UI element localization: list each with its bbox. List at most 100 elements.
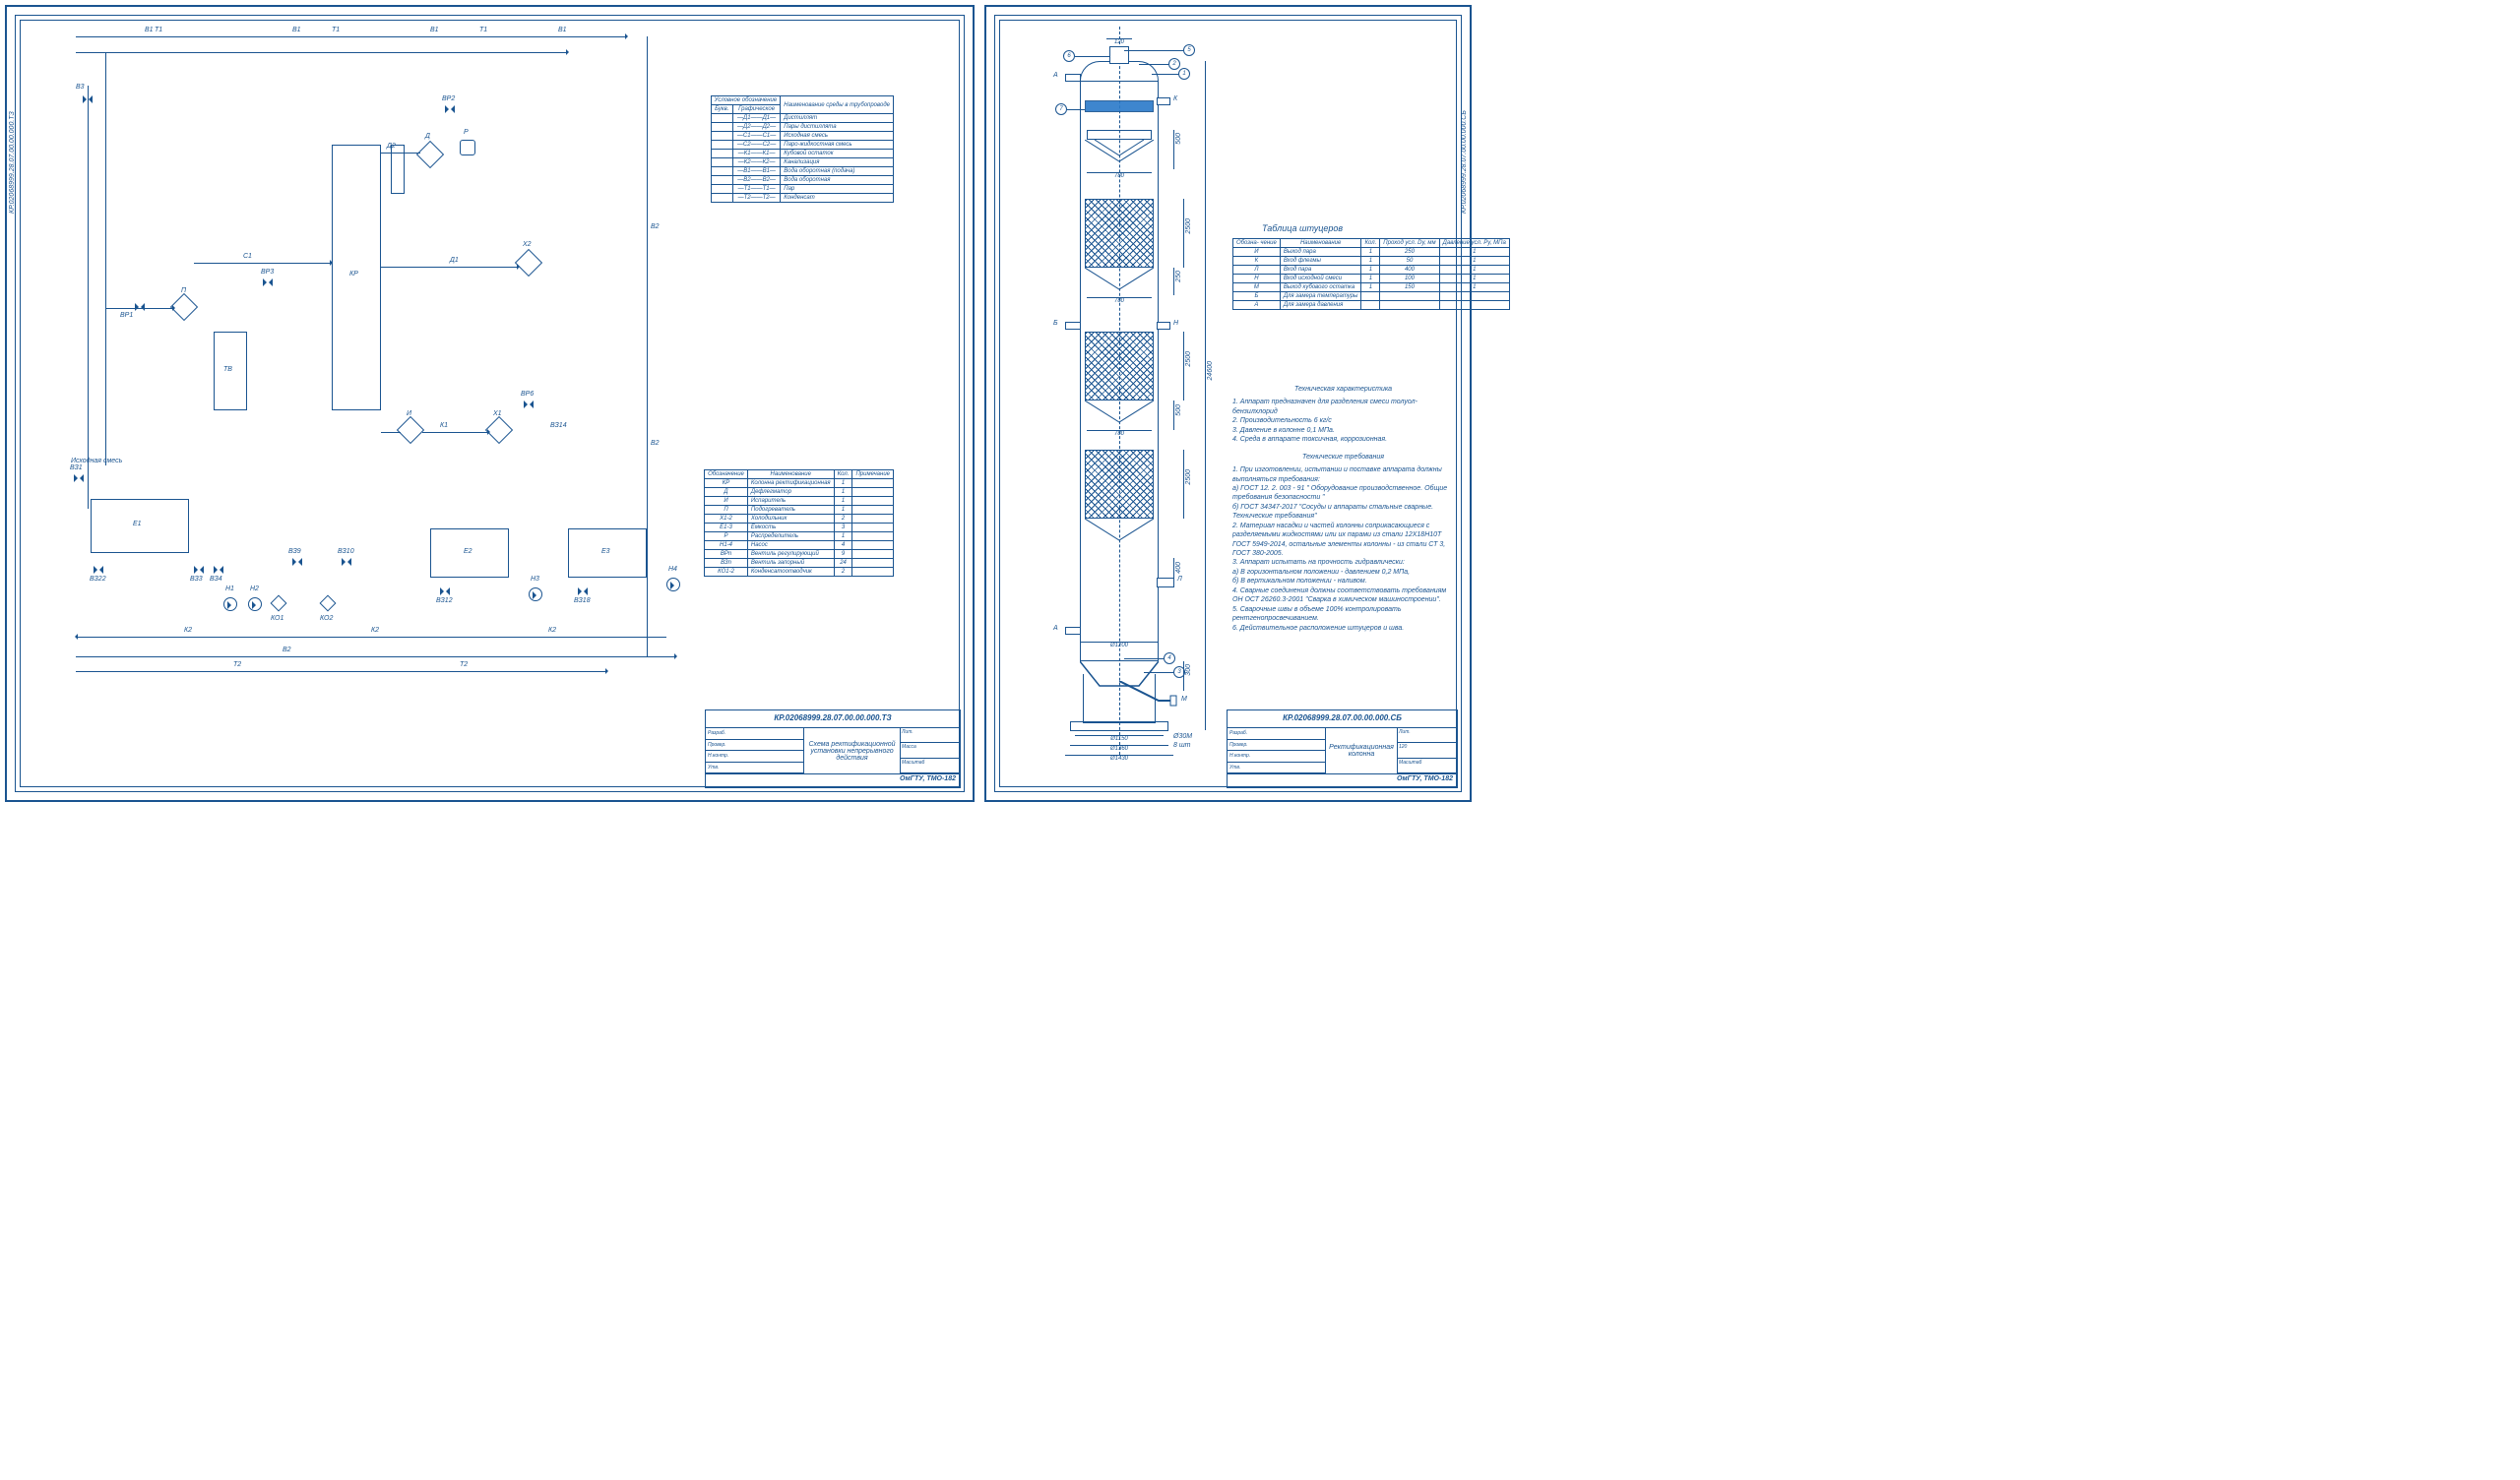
label-ko1: КО1 xyxy=(271,615,284,622)
stream-table: Условное обозначение Наименование среды … xyxy=(711,95,894,203)
packing-3 xyxy=(1085,450,1154,519)
nozzle-a2 xyxy=(1065,627,1081,635)
eq-h2: Наименование xyxy=(747,470,834,479)
deflegmator xyxy=(416,141,444,168)
pump-n3 xyxy=(529,587,542,601)
dim-400: 400 xyxy=(1175,562,1182,574)
top-demister xyxy=(1085,100,1154,112)
dim-780a: 780 xyxy=(1087,172,1152,179)
label-e3: Е3 xyxy=(601,548,610,555)
tech-req-item: 3. Аппарат испытать на прочность гидравл… xyxy=(1232,558,1454,567)
support-1 xyxy=(1085,268,1154,292)
dim-780b: 780 xyxy=(1087,297,1152,304)
vz3 xyxy=(194,566,204,574)
eq-h4: Примечание xyxy=(852,470,894,479)
support-2 xyxy=(1085,401,1154,425)
line-c1-to-kp xyxy=(194,263,332,264)
tech-req-item: б) ГОСТ 34347-2017 "Сосуды и аппараты ст… xyxy=(1232,503,1454,522)
tech-req-item: а) В горизонтальном положении - давление… xyxy=(1232,568,1454,577)
co-6: 6 xyxy=(1063,50,1075,62)
title-block-left: КР.02068999.28.07.00.00.000.ТЗ Разраб.Пр… xyxy=(705,709,961,788)
dim-500b: 500 xyxy=(1175,404,1182,416)
label-k2a: К2 xyxy=(184,627,192,634)
label-b1b: В1 xyxy=(292,27,301,33)
nozzle-row: ЛВход пара14001 xyxy=(1233,266,1510,275)
line-k1 xyxy=(422,432,489,433)
tech-req-item: б) В вертикальном положении - наливом. xyxy=(1232,577,1454,586)
st-hdr-media: Наименование среды в трубопроводе xyxy=(781,96,894,114)
nozzle-k xyxy=(1157,97,1170,105)
riser-b2 xyxy=(647,36,648,656)
co-2: 2 xyxy=(1168,58,1180,70)
line-t1 xyxy=(76,52,568,53)
label-d1: Д1 xyxy=(450,257,459,264)
lbl-vz22: ВЗ22 xyxy=(90,576,106,583)
stream-row: —Д2——Д2—Пары дистиллята xyxy=(711,123,893,132)
riser-t1 xyxy=(105,52,106,465)
tb-title: Схема ректификационной установки непреры… xyxy=(804,728,901,773)
nozzle-m xyxy=(1119,681,1178,710)
stream-row: —К1——К1—Кубовой остаток xyxy=(711,150,893,158)
sheet-assembly: КР.02068999.28.07.00.00.000.СБ 120 К Н Л… xyxy=(984,5,1472,802)
vz22 xyxy=(94,566,103,574)
dim-2500a: 2500 xyxy=(1185,218,1192,234)
label-k1: К1 xyxy=(440,422,448,429)
label-b1d: В1 xyxy=(558,27,567,33)
dim-anchor: Ø30М xyxy=(1173,733,1192,740)
equip-row: Н1-4Насос4 xyxy=(705,541,894,550)
riser-b3 xyxy=(88,86,89,509)
label-feed: Исходная смесь xyxy=(71,458,122,464)
co-5: 5 xyxy=(1183,44,1195,56)
dim-h400 xyxy=(1173,558,1174,587)
lbl-vz10: ВЗ10 xyxy=(338,548,354,555)
co-1-ln xyxy=(1152,74,1179,75)
tech-req-item: 4. Сварные соединения должны соответство… xyxy=(1232,586,1454,605)
nozzle-n xyxy=(1157,322,1170,330)
stream-row: —С2——С2—Паро-жидкостная смесь xyxy=(711,141,893,150)
co-4: 4 xyxy=(1164,652,1175,664)
nozzle-row: МВыход кубового остатка11501 xyxy=(1233,283,1510,292)
lbl-vz4: ВЗ4 xyxy=(210,576,222,583)
line-c2 xyxy=(381,432,401,433)
nozzle-i-top xyxy=(1109,46,1129,64)
nozzle-a1 xyxy=(1065,74,1081,82)
dim-300: 300 xyxy=(1185,664,1192,676)
tech-req-item: 5. Сварочные швы в объеме 100% контролир… xyxy=(1232,605,1454,624)
nt-h4: Проход усл. Dу, мм xyxy=(1380,239,1439,248)
vz1 xyxy=(74,474,84,482)
title-block-right: КР.02068999.28.07.00.00.000.СБ Разраб.Пр… xyxy=(1227,709,1458,788)
tech-req-title: Технические требования xyxy=(1232,453,1454,462)
tech-req-item: 1. При изготовлении, испытании и поставк… xyxy=(1232,465,1454,484)
st-hdr-b: Букв. xyxy=(711,105,732,114)
lbl-noz-k: К xyxy=(1173,95,1177,102)
label-k2c: К2 xyxy=(548,627,556,634)
line-t1-to-p xyxy=(105,308,174,309)
dim-h2500b xyxy=(1183,332,1184,401)
dim-total-h xyxy=(1205,61,1206,730)
lbl-vz9: ВЗ9 xyxy=(288,548,301,555)
lbl-vz12: ВЗ12 xyxy=(436,597,453,604)
label-e2: Е2 xyxy=(464,548,472,555)
tech-char-title: Техническая характеристика xyxy=(1232,385,1454,394)
tb-title-r: Ректификационная колонна xyxy=(1326,728,1398,773)
distrib-1 xyxy=(1087,130,1152,140)
label-b3: В3 xyxy=(76,84,85,91)
nt-h1: Обозна- чение xyxy=(1233,239,1281,248)
box-r xyxy=(460,140,475,155)
lbl-noz-a2: А xyxy=(1053,625,1058,632)
dim-2500c: 2500 xyxy=(1185,469,1192,485)
label-t2: Т2 xyxy=(233,661,241,668)
equip-row: ВЗnВентиль запорный24 xyxy=(705,559,894,568)
vz9 xyxy=(292,558,302,566)
tb-org-r: ОмГТУ, ТМО-182 xyxy=(1228,773,1457,787)
equip-row: Е1-3Ёмкость3 xyxy=(705,524,894,532)
label-b2-bot: В2 xyxy=(283,647,291,653)
label-n1: Н1 xyxy=(225,586,234,592)
column-kp xyxy=(332,145,381,410)
label-n4: Н4 xyxy=(668,566,677,573)
nozzle-row: КВход флегмы1501 xyxy=(1233,257,1510,266)
nozzle-row: АДля замера давления xyxy=(1233,301,1510,310)
lbl-vp6: ВР6 xyxy=(521,391,534,398)
valve-vp2 xyxy=(445,105,455,113)
stream-row: —Т2——Т2—Конденсат xyxy=(711,194,893,203)
